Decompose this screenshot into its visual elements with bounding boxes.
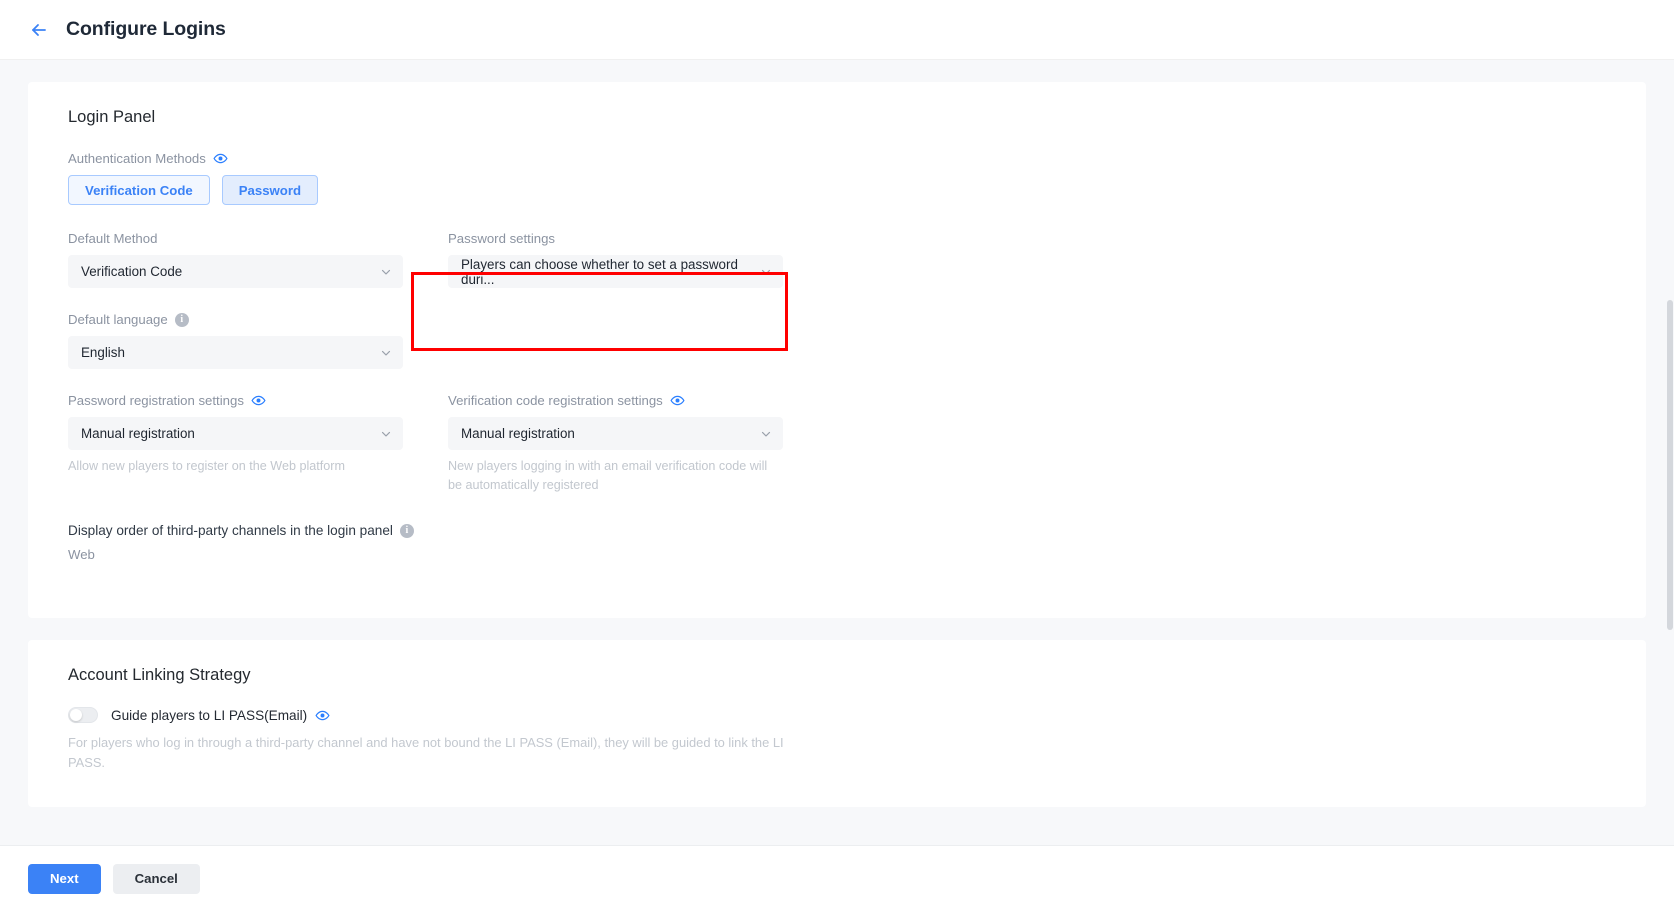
auth-chip-verification-code-label: Verification Code — [85, 182, 193, 198]
default-language-group: Default language i English — [68, 312, 403, 369]
authentication-methods-label: Authentication Methods — [68, 151, 1626, 166]
content-scroll-area: Login Panel Authentication Methods Verif… — [0, 60, 1674, 911]
eye-icon[interactable] — [213, 151, 228, 166]
default-language-label: Default language i — [68, 312, 403, 327]
display-order-label-text: Display order of third-party channels in… — [68, 523, 393, 538]
page-header: Configure Logins — [0, 0, 1674, 60]
next-button-label: Next — [50, 871, 79, 886]
display-order-group: Display order of third-party channels in… — [68, 523, 1626, 562]
chevron-down-icon — [759, 265, 773, 279]
login-panel-card: Login Panel Authentication Methods Verif… — [28, 82, 1646, 618]
password-settings-select[interactable]: Players can choose whether to set a pass… — [448, 255, 783, 288]
vertical-scrollbar-track[interactable] — [1666, 120, 1674, 911]
chevron-down-icon — [379, 346, 393, 360]
footer-action-bar: Next Cancel — [0, 845, 1674, 911]
guide-players-label: Guide players to LI PASS(Email) — [111, 708, 330, 723]
verification-registration-helper: New players logging in with an email ver… — [448, 459, 768, 492]
default-language-value: English — [81, 345, 125, 360]
password-registration-select[interactable]: Manual registration — [68, 417, 403, 450]
verification-registration-group: Verification code registration settings … — [448, 393, 783, 495]
password-registration-label-text: Password registration settings — [68, 393, 244, 408]
guide-players-toggle-row: Guide players to LI PASS(Email) — [68, 707, 1626, 723]
info-icon[interactable]: i — [174, 312, 189, 327]
password-settings-group: Password settings Players can choose whe… — [448, 231, 783, 288]
verification-registration-label-text: Verification code registration settings — [448, 393, 663, 408]
next-button[interactable]: Next — [28, 863, 101, 894]
verification-registration-select[interactable]: Manual registration — [448, 417, 783, 450]
password-settings-label: Password settings — [448, 231, 556, 246]
default-language-label-text: Default language — [68, 312, 168, 327]
verification-registration-label: Verification code registration settings — [448, 393, 783, 408]
default-language-spacer — [448, 312, 783, 369]
guide-players-label-text: Guide players to LI PASS(Email) — [111, 707, 308, 723]
chevron-down-icon — [379, 265, 393, 279]
password-registration-group: Password registration settings Manual re… — [68, 393, 403, 495]
eye-icon[interactable] — [315, 708, 330, 723]
default-method-select[interactable]: Verification Code — [68, 255, 403, 288]
password-registration-label: Password registration settings — [68, 393, 403, 408]
display-order-channel-web-label: Web — [68, 547, 95, 562]
password-settings-value: Players can choose whether to set a pass… — [461, 256, 738, 287]
default-method-value: Verification Code — [81, 264, 183, 279]
vertical-scrollbar-thumb[interactable] — [1667, 300, 1673, 630]
password-registration-value: Manual registration — [81, 426, 195, 441]
cancel-button-label: Cancel — [134, 871, 178, 886]
authentication-methods-chips: Verification Code Password — [68, 175, 1626, 205]
auth-chip-password-label: Password — [238, 182, 302, 198]
password-registration-helper: Allow new players to register on the Web… — [68, 459, 345, 473]
row-registration-settings: Password registration settings Manual re… — [68, 393, 1626, 495]
verification-registration-value: Manual registration — [461, 426, 575, 441]
eye-icon[interactable] — [251, 393, 266, 408]
login-panel-title: Login Panel — [68, 108, 156, 126]
row-default-language: Default language i English — [68, 312, 1626, 369]
auth-chip-verification-code[interactable]: Verification Code — [68, 175, 210, 205]
account-linking-card: Account Linking Strategy Guide players t… — [28, 640, 1646, 807]
info-icon[interactable]: i — [399, 523, 414, 538]
default-language-select[interactable]: English — [68, 336, 403, 369]
display-order-channel-web[interactable]: Web — [68, 547, 1626, 562]
default-method-group: Default Method Verification Code — [68, 231, 403, 288]
row-default-method: Default Method Verification Code Passwor… — [68, 231, 1626, 288]
toggle-knob — [70, 709, 82, 721]
arrow-left-icon[interactable] — [28, 19, 50, 41]
eye-icon[interactable] — [670, 393, 685, 408]
cancel-button[interactable]: Cancel — [112, 863, 200, 894]
account-linking-title: Account Linking Strategy — [68, 666, 251, 684]
chevron-down-icon — [759, 427, 773, 441]
page-title: Configure Logins — [66, 18, 226, 40]
display-order-label: Display order of third-party channels in… — [68, 523, 1626, 538]
chevron-down-icon — [379, 427, 393, 441]
guide-players-toggle[interactable] — [68, 707, 98, 723]
auth-chip-password[interactable]: Password — [221, 175, 319, 205]
default-method-label: Default Method — [68, 231, 158, 246]
login-panel-form: Default Method Verification Code Passwor… — [68, 231, 1626, 562]
account-linking-description: For players who log in through a third-p… — [68, 735, 784, 770]
authentication-methods-label-text: Authentication Methods — [68, 151, 206, 166]
